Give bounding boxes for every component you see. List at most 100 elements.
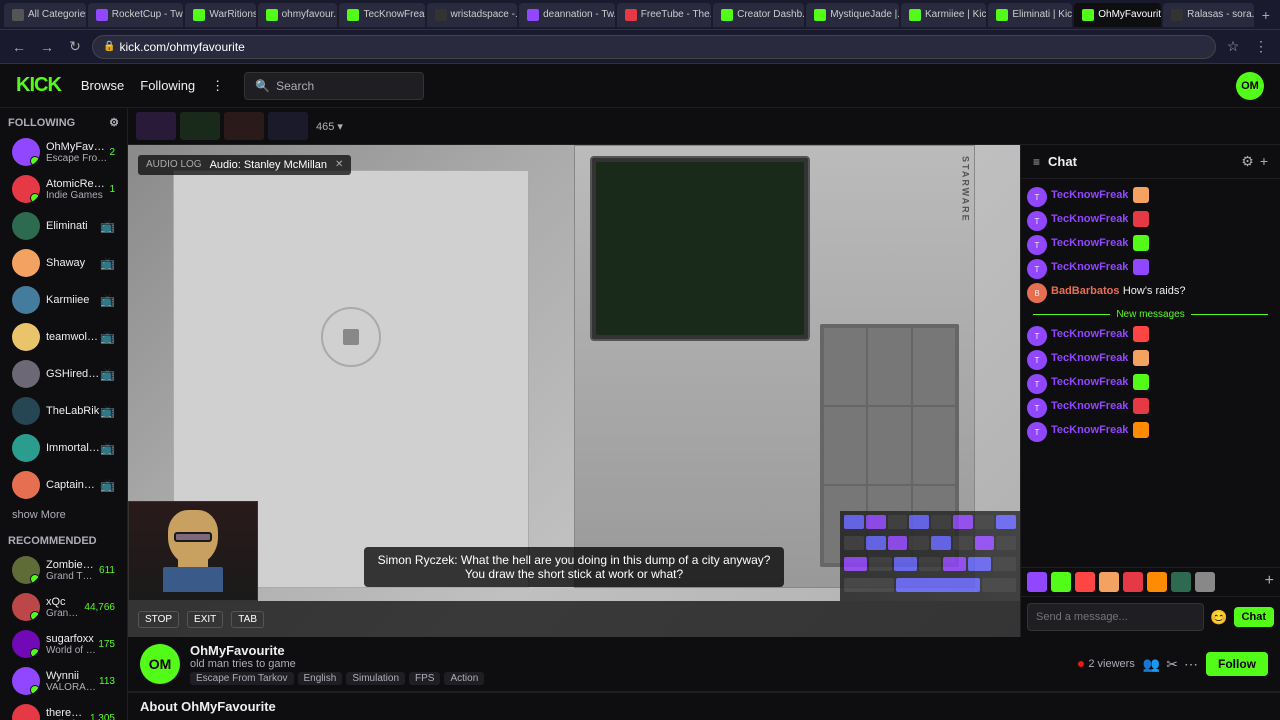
tab-mystiquejode[interactable]: MystiqueJade |... xyxy=(806,3,899,27)
chat-expand-emotes[interactable]: + xyxy=(1265,572,1274,592)
channel-thumb-4[interactable] xyxy=(268,112,308,140)
user-avatar[interactable]: OM xyxy=(1236,72,1264,100)
tab-rocketcup[interactable]: RocketCup - Tw... xyxy=(88,3,184,27)
menu-button[interactable]: ⋮ xyxy=(1250,36,1272,58)
sidebar-item-gshiredgun[interactable]: GSHiredGun 📺 xyxy=(4,356,123,392)
new-messages-divider: New messages xyxy=(1027,305,1274,324)
bookmark-button[interactable]: ☆ xyxy=(1222,36,1244,58)
nav-more[interactable]: ⋮ xyxy=(211,74,224,98)
tab-wristadspace[interactable]: wristadspace -... xyxy=(427,3,518,27)
sidebar-item-shaway[interactable]: Shaway 📺 xyxy=(4,245,123,281)
circle-indicator xyxy=(321,307,381,367)
forward-button[interactable]: → xyxy=(36,36,58,58)
address-bar[interactable]: 🔒 kick.com/ohmyfavourite xyxy=(92,35,1216,59)
chat-header-icons: ⚙ + xyxy=(1241,153,1268,170)
emote-icon-2[interactable] xyxy=(1051,572,1071,592)
refresh-button[interactable]: ↻ xyxy=(64,36,86,58)
stream-actions: 👥 ✂ ⋯ xyxy=(1143,656,1198,673)
more-icon[interactable]: ⋯ xyxy=(1184,656,1198,673)
show-more-button[interactable]: show More xyxy=(4,505,123,525)
webcam-face xyxy=(129,502,257,600)
chat-username-4: TecKnowFreak xyxy=(1051,261,1128,273)
exit-button[interactable]: EXIT xyxy=(187,611,223,628)
webcam-overlay xyxy=(128,501,258,601)
emote-icon-3[interactable] xyxy=(1075,572,1095,592)
channel-thumb-1[interactable] xyxy=(136,112,176,140)
emote-icon-8[interactable] xyxy=(1195,572,1215,592)
emote-icon-1[interactable] xyxy=(1027,572,1047,592)
stream-tag-game[interactable]: Escape From Tarkov xyxy=(190,672,294,685)
nav-browse[interactable]: Browse xyxy=(81,74,124,97)
sidebar-item-immortalflam3[interactable]: ImmortalFlam3 📺 xyxy=(4,430,123,466)
content-area: 465 ▾ xyxy=(128,108,1280,720)
sidebar-avatar-immortalflam3 xyxy=(12,434,40,462)
stream-tag-action[interactable]: Action xyxy=(444,672,484,685)
sidebar-item-captaincollins[interactable]: CaptainCollins 📺 xyxy=(4,467,123,503)
tab-ralasas[interactable]: Ralasas - sora... xyxy=(1163,3,1254,27)
tab-freetube[interactable]: FreeTube - The... xyxy=(617,3,711,27)
chat-emote-3 xyxy=(1133,235,1149,251)
tab-ohmyfavour[interactable]: ohmyfavour... xyxy=(258,3,338,27)
sidebar-name-therealmoisesb: therealmoisesb xyxy=(46,707,88,719)
tab-button[interactable]: TAB xyxy=(231,611,264,628)
chat-input[interactable] xyxy=(1027,603,1204,631)
sidebar-name-wynnii: Wynnii xyxy=(46,670,97,682)
sidebar-item-teamwolfpack[interactable]: teamwolfpack 📺 xyxy=(4,319,123,355)
sidebar-item-therealmoisesb[interactable]: therealmoisesb Call of Duty Mode... 1,30… xyxy=(4,700,123,720)
tab-ohmyfavourite-active[interactable]: OhMyFavourite xyxy=(1074,3,1161,27)
address-text: kick.com/ohmyfavourite xyxy=(119,40,244,54)
tab-karmiiee[interactable]: Karmiiee | Kick xyxy=(901,3,986,27)
sidebar-game-atomicredman: Indie Games xyxy=(46,190,107,201)
chat-panel: ≡ Chat ⚙ + T TecKnowFreak xyxy=(1020,145,1280,637)
tab-warritions[interactable]: WarRitions xyxy=(185,3,255,27)
sidebar-avatar-karmiiee xyxy=(12,286,40,314)
stream-tag-simulation[interactable]: Simulation xyxy=(346,672,405,685)
sidebar-item-atomicredman[interactable]: AtomicRedman Indie Games 1 xyxy=(4,171,123,207)
stream-tag-english[interactable]: English xyxy=(298,672,343,685)
sidebar-avatar-shaway xyxy=(12,249,40,277)
clip-icon[interactable]: ✂ xyxy=(1166,656,1178,673)
sidebar-item-sugarfoxx[interactable]: sugarfoxx World of Warcraft 175 xyxy=(4,626,123,662)
tab-all-categories[interactable]: All Categories xyxy=(4,3,86,27)
sidebar-avatar-sugarfoxx xyxy=(12,630,40,658)
chat-username-7: TecKnowFreak xyxy=(1051,352,1128,364)
emote-icon-6[interactable] xyxy=(1147,572,1167,592)
sidebar-name-ohmyfavourite: OhMyFavourite xyxy=(46,141,107,153)
emote-icon-4[interactable] xyxy=(1099,572,1119,592)
chat-settings-icon[interactable]: ⚙ xyxy=(1241,153,1254,170)
starware-label: STARWARE xyxy=(960,156,970,223)
share-icon[interactable]: 👥 xyxy=(1143,656,1160,673)
nav-following[interactable]: Following xyxy=(140,74,195,97)
emote-icon-7[interactable] xyxy=(1171,572,1191,592)
stop-button[interactable]: STOP xyxy=(138,611,179,628)
browser-toolbar: ← → ↻ 🔒 kick.com/ohmyfavourite ☆ ⋮ xyxy=(0,30,1280,64)
tab-tecknowfreak[interactable]: TecKnowFreak xyxy=(339,3,424,27)
header-search[interactable]: 🔍 Search xyxy=(244,72,424,100)
chat-send-button[interactable]: Chat xyxy=(1234,607,1274,627)
follow-button[interactable]: Follow xyxy=(1206,652,1268,676)
following-settings-icon[interactable]: ⚙ xyxy=(109,116,119,129)
tab-creator-dash[interactable]: Creator Dashb... xyxy=(713,3,804,27)
sidebar-item-zombiebariicades[interactable]: ZombieBariicades Grand Theft Auto... 611 xyxy=(4,552,123,588)
channel-thumb-3[interactable] xyxy=(224,112,264,140)
sidebar-item-eliminati[interactable]: Eliminati 📺 xyxy=(4,208,123,244)
back-button[interactable]: ← xyxy=(8,36,30,58)
audio-close-icon[interactable]: ✕ xyxy=(335,159,343,171)
sidebar-item-wynnii[interactable]: Wynnii VALORANT 113 xyxy=(4,663,123,699)
sidebar-item-karmiiee[interactable]: Karmiiee 📺 xyxy=(4,282,123,318)
chat-expand-icon[interactable]: + xyxy=(1260,153,1268,170)
chat-emoji-icon[interactable]: 😊 xyxy=(1210,609,1227,626)
emote-icon-5[interactable] xyxy=(1123,572,1143,592)
sidebar-item-xqc[interactable]: xQc Grand Theft A... 44,766 xyxy=(4,589,123,625)
video-section[interactable]: STARWARE xyxy=(128,145,1020,637)
tab-deannation[interactable]: deannation - Tw... xyxy=(519,3,615,27)
tab-eliminati[interactable]: Eliminati | Kick xyxy=(988,3,1072,27)
sidebar-item-ohmyfavourite[interactable]: OhMyFavourite Escape From Tarkov 2 xyxy=(4,134,123,170)
stream-tag-fps[interactable]: FPS xyxy=(409,672,440,685)
keyboard-row-2 xyxy=(844,536,1016,555)
channel-thumb-2[interactable] xyxy=(180,112,220,140)
sidebar-viewers-xqc: 44,766 xyxy=(84,602,115,613)
chat-emote-1 xyxy=(1133,187,1149,203)
new-tab-button[interactable]: + xyxy=(1256,7,1276,23)
sidebar-item-thelabrik[interactable]: TheLabRik 📺 xyxy=(4,393,123,429)
